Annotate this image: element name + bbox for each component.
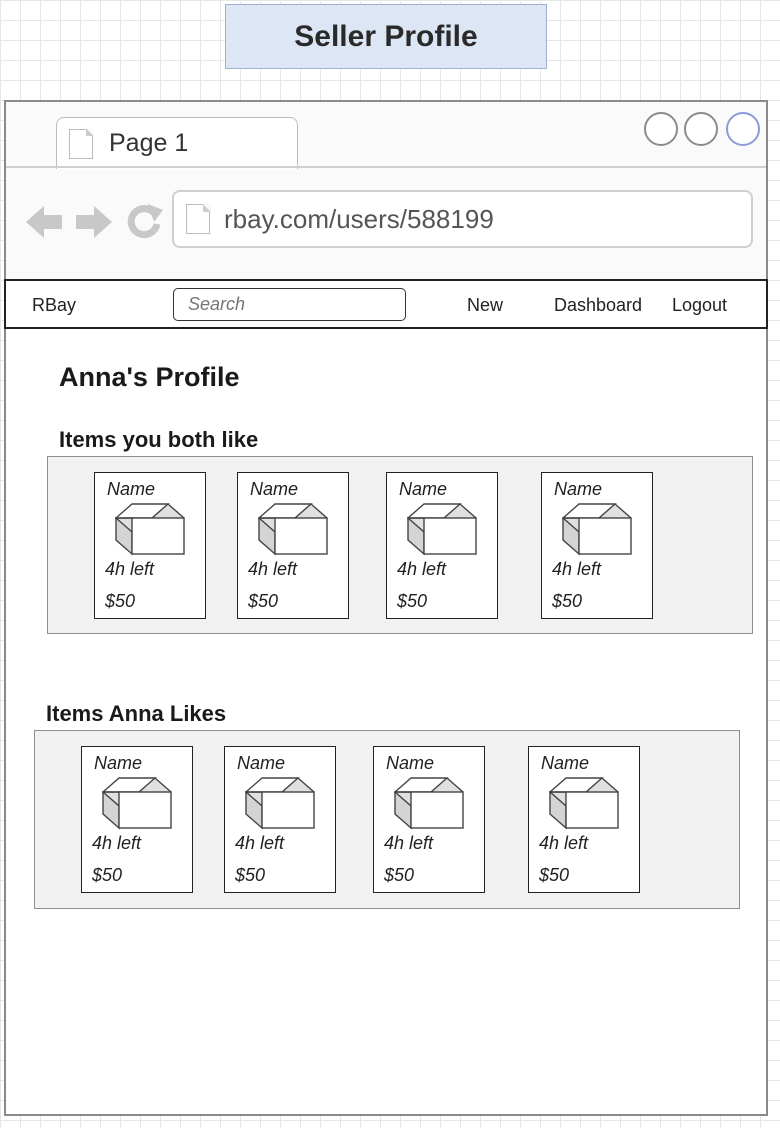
item-price: $50	[397, 591, 428, 611]
nav-link-logout[interactable]: Logout	[672, 295, 727, 316]
url-bar[interactable]: rbay.com/users/588199	[172, 190, 753, 248]
item-card[interactable]: Name 4h left $50	[541, 472, 653, 619]
tab-divider	[6, 166, 766, 168]
page-title: Seller Profile	[225, 4, 547, 69]
item-price: $50	[248, 591, 279, 611]
item-name: Name	[237, 753, 286, 773]
item-name: Name	[386, 753, 435, 773]
section-heading-anna-likes: Items Anna Likes	[46, 701, 227, 726]
item-card[interactable]: Name 4h left $50	[386, 472, 498, 619]
box-icon	[245, 777, 315, 830]
tab-label: Page 1	[109, 129, 189, 157]
item-card[interactable]: Name 4h left $50	[94, 472, 206, 619]
item-card[interactable]: Name 4h left $50	[528, 746, 640, 893]
forward-arrow-icon[interactable]	[74, 202, 114, 242]
item-time-left: 4h left	[235, 833, 285, 853]
item-name: Name	[94, 753, 143, 773]
box-icon	[407, 503, 477, 556]
nav-link-new[interactable]: New	[467, 295, 503, 316]
item-time-left: 4h left	[105, 559, 155, 579]
box-icon	[394, 777, 464, 830]
item-card[interactable]: Name 4h left $50	[373, 746, 485, 893]
item-price: $50	[235, 865, 266, 885]
box-icon	[549, 777, 619, 830]
item-time-left: 4h left	[552, 559, 602, 579]
item-name: Name	[250, 479, 299, 499]
browser-tab[interactable]: Page 1	[56, 117, 298, 169]
box-icon	[115, 503, 185, 556]
search-input[interactable]	[173, 288, 406, 321]
item-time-left: 4h left	[384, 833, 434, 853]
box-icon	[102, 777, 172, 830]
section-heading-both-like: Items you both like	[59, 427, 259, 452]
item-price: $50	[384, 865, 415, 885]
window-control-1[interactable]	[644, 112, 678, 146]
browser-window: Page 1 rbay.com/users/588199 RBay New Da…	[4, 100, 768, 1116]
brand-link[interactable]: RBay	[32, 295, 76, 316]
item-time-left: 4h left	[539, 833, 589, 853]
item-strip-both-like: Name 4h left $50 Name 4h left $50 Name 4…	[47, 456, 753, 634]
item-price: $50	[539, 865, 570, 885]
item-time-left: 4h left	[397, 559, 447, 579]
document-icon	[186, 203, 211, 234]
item-price: $50	[105, 591, 136, 611]
window-control-2[interactable]	[684, 112, 718, 146]
window-control-3[interactable]	[726, 112, 760, 146]
item-name: Name	[541, 753, 590, 773]
back-arrow-icon[interactable]	[24, 202, 64, 242]
item-card[interactable]: Name 4h left $50	[237, 472, 349, 619]
item-time-left: 4h left	[92, 833, 142, 853]
refresh-icon[interactable]	[124, 202, 164, 242]
nav-link-dashboard[interactable]: Dashboard	[554, 295, 642, 316]
item-name: Name	[107, 479, 156, 499]
profile-title: Anna's Profile	[59, 362, 240, 392]
item-time-left: 4h left	[248, 559, 298, 579]
url-text: rbay.com/users/588199	[224, 203, 494, 234]
item-name: Name	[399, 479, 448, 499]
box-icon	[258, 503, 328, 556]
box-icon	[562, 503, 632, 556]
item-name: Name	[554, 479, 603, 499]
app-navbar: RBay New Dashboard Logout	[4, 279, 768, 329]
item-card[interactable]: Name 4h left $50	[224, 746, 336, 893]
item-strip-anna-likes: Name 4h left $50 Name 4h left $50 Name 4…	[34, 730, 740, 909]
item-price: $50	[92, 865, 123, 885]
document-icon	[69, 128, 94, 159]
item-price: $50	[552, 591, 583, 611]
item-card[interactable]: Name 4h left $50	[81, 746, 193, 893]
